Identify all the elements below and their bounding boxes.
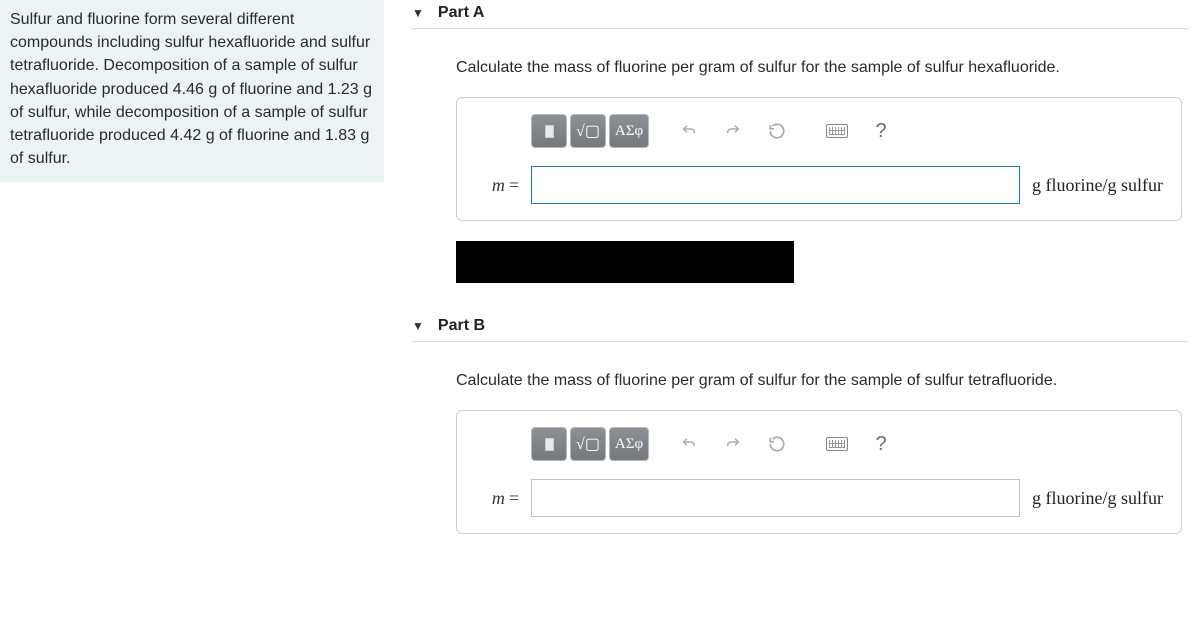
part-a-title: Part A (438, 4, 485, 22)
part-a-prompt: Calculate the mass of fluorine per gram … (456, 59, 1182, 77)
keyboard-icon (826, 437, 848, 451)
keyboard-icon (826, 124, 848, 138)
reset-button[interactable] (757, 114, 797, 148)
help-button[interactable]: ? (861, 427, 901, 461)
part-a-answer-input[interactable] (531, 166, 1020, 204)
templates-button[interactable] (531, 114, 567, 148)
chevron-down-icon: ▼ (412, 319, 424, 333)
equation-toolbar: √▢ ΑΣφ ? (531, 427, 1163, 461)
part-a-units: g fluorine/g sulfur (1032, 175, 1163, 196)
part-b-answer-input[interactable] (531, 479, 1020, 517)
chevron-down-icon: ▼ (412, 6, 424, 20)
part-a-answer-area: √▢ ΑΣφ ? (456, 97, 1182, 221)
part-a-header[interactable]: ▼ Part A (412, 0, 1188, 29)
greek-button[interactable]: ΑΣφ (609, 427, 649, 461)
root-button[interactable]: √▢ (570, 114, 606, 148)
keyboard-button[interactable] (817, 427, 857, 461)
undo-button[interactable] (669, 114, 709, 148)
reset-button[interactable] (757, 427, 797, 461)
variable-label: m= (475, 488, 519, 509)
greek-button[interactable]: ΑΣφ (609, 114, 649, 148)
equation-toolbar: √▢ ΑΣφ ? (531, 114, 1163, 148)
templates-button[interactable] (531, 427, 567, 461)
redacted-block (456, 241, 794, 283)
part-b-units: g fluorine/g sulfur (1032, 488, 1163, 509)
redo-button[interactable] (713, 114, 753, 148)
redo-button[interactable] (713, 427, 753, 461)
keyboard-button[interactable] (817, 114, 857, 148)
part-b-prompt: Calculate the mass of fluorine per gram … (456, 372, 1182, 390)
problem-statement: Sulfur and fluorine form several differe… (0, 0, 384, 182)
part-b-header[interactable]: ▼ Part B (412, 313, 1188, 342)
root-button[interactable]: √▢ (570, 427, 606, 461)
part-b-title: Part B (438, 317, 485, 335)
help-button[interactable]: ? (861, 114, 901, 148)
variable-label: m= (475, 175, 519, 196)
undo-button[interactable] (669, 427, 709, 461)
part-b-answer-area: √▢ ΑΣφ ? (456, 410, 1182, 534)
